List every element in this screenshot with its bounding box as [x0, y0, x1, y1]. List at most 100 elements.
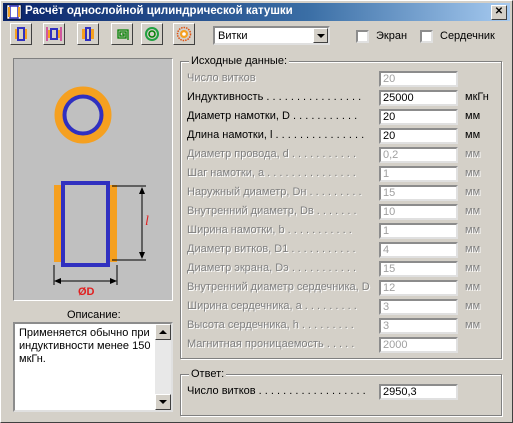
input-row-unit: мм [465, 110, 481, 122]
input-row-unit: мкГн [465, 91, 489, 103]
input-row-field: 3 [379, 318, 458, 334]
input-row-field: 0,2 [379, 147, 458, 163]
chevron-down-icon[interactable] [313, 28, 328, 43]
input-row-unit: мм [465, 243, 481, 255]
winding-left [54, 185, 61, 262]
input-row-unit: мм [465, 319, 481, 331]
flat-pcb-coil-button[interactable] [173, 23, 195, 45]
description-text: Применяется обычно при индуктивности мен… [19, 327, 151, 365]
input-row: Диаметр намотки, D . . . . . . . . . . .… [187, 109, 497, 125]
input-row: Диаметр провода, d . . . . . . . . . . .… [187, 147, 497, 163]
input-row-unit: мм [465, 167, 481, 179]
input-row-field[interactable]: 20 [379, 128, 458, 144]
input-row-label: Ширина сердечника, a . . . . . . . . . [187, 300, 357, 312]
input-row: Диаметр витков, D1 . . . . . . . . . . .… [187, 242, 497, 258]
input-row-unit: мм [465, 129, 481, 141]
input-row-unit: мм [465, 224, 481, 236]
former-ring [62, 94, 104, 136]
input-row: Число витков 20 [187, 71, 497, 87]
shielded-coil-icon [46, 27, 62, 41]
input-row-label: Магнитная проницаемость . . . . . [187, 338, 355, 350]
single-layer-coil-icon [15, 27, 27, 41]
screen-checkbox-box[interactable] [356, 30, 369, 43]
coil-app-icon [6, 4, 22, 20]
coil-diagram: l ØD [53, 86, 149, 298]
input-row-field: 20 [379, 71, 458, 87]
input-row-field: 12 [379, 280, 458, 296]
input-row: Индуктивность . . . . . . . . . . . . . … [187, 90, 497, 106]
scroll-down-icon[interactable] [155, 394, 171, 410]
diameter-symbol: ØD [78, 286, 95, 298]
length-symbol: l [145, 214, 149, 229]
input-row: Наружный диаметр, Dн . . . . . . . . . 15… [187, 185, 497, 201]
toroid-coil-icon [145, 27, 159, 41]
shielded-coil-button[interactable] [43, 23, 65, 45]
former-body [61, 181, 110, 267]
input-row-field[interactable]: 20 [379, 109, 458, 125]
flat-pcb-coil-icon [176, 26, 192, 42]
calculation-mode-value: Витки [218, 30, 248, 42]
input-row-label: Число витков [187, 72, 256, 84]
input-row-label: Шаг намотки, a . . . . . . . . . . . . .… [187, 167, 356, 179]
input-row-field: 15 [379, 261, 458, 277]
input-row: Внутренний диаметр сердечника, D 12 мм [187, 280, 497, 296]
scroll-up-icon[interactable] [155, 324, 171, 340]
single-layer-coil-button[interactable] [10, 23, 32, 45]
input-row: Высота сердечника, h . . . . . . . . . 3м… [187, 318, 497, 334]
input-row-label: Диаметр намотки, D . . . . . . . . . . . [187, 110, 358, 122]
calculation-mode-select[interactable]: Витки [213, 26, 330, 45]
input-row-label: Ширина намотки, b . . . . . . . . . . . [187, 224, 352, 236]
multi-layer-coil-button[interactable] [77, 23, 99, 45]
input-data-legend: Исходные данные: [189, 55, 289, 67]
answer-turns-label: Число витков . . . . . . . . . . . . . .… [187, 385, 366, 397]
input-row-label: Диаметр экрана, Dэ . . . . . . . . . . . [187, 262, 356, 274]
winding-right [110, 185, 117, 262]
input-row-field: 4 [379, 242, 458, 258]
input-row: Длина намотки, l . . . . . . . . . . . .… [187, 128, 497, 144]
coil-calculator-window: Расчёт однослойной цилиндрической катушк… [0, 0, 513, 423]
core-checkbox-label: Сердечник [440, 30, 495, 42]
input-row-unit: мм [465, 300, 481, 312]
toroid-coil-button[interactable] [141, 23, 163, 45]
screen-checkbox-label: Экран [376, 30, 408, 42]
flat-spiral-coil-button[interactable] [111, 23, 133, 45]
input-row-field: 15 [379, 185, 458, 201]
close-button[interactable]: ✕ [491, 5, 507, 20]
input-row-field: 10 [379, 204, 458, 220]
input-row-label: Внутренний диаметр, Dв . . . . . . . [187, 205, 357, 217]
input-row-field: 2000 [379, 337, 458, 353]
input-row: Магнитная проницаемость . . . . . 2000 [187, 337, 497, 353]
input-row-label: Диаметр витков, D1 . . . . . . . . . . . [187, 243, 356, 255]
close-icon: ✕ [494, 6, 504, 17]
input-row-label: Наружный диаметр, Dн . . . . . . . . . [187, 186, 362, 198]
input-row: Шаг намотки, a . . . . . . . . . . . . .… [187, 166, 497, 182]
input-row-unit: мм [465, 262, 481, 274]
answer-turns-value[interactable]: 2950,3 [379, 384, 458, 400]
coil-diagram-panel: l ØD [13, 58, 173, 301]
input-row: Внутренний диаметр, Dв . . . . . . . 10 мм [187, 204, 497, 220]
input-row-unit: мм [465, 186, 481, 198]
input-row: Ширина сердечника, a . . . . . . . . . 3м… [187, 299, 497, 315]
flat-spiral-coil-icon [117, 29, 129, 40]
input-row-label: Высота сердечника, h . . . . . . . . . [187, 319, 354, 331]
input-row-unit: мм [465, 148, 481, 160]
input-row: Ширина намотки, b . . . . . . . . . . . 1… [187, 223, 497, 239]
description-box[interactable]: Применяется обычно при индуктивности мен… [13, 322, 173, 412]
core-checkbox-box[interactable] [420, 30, 433, 43]
input-row-field: 1 [379, 223, 458, 239]
title-bar[interactable]: Расчёт однослойной цилиндрической катушк… [3, 3, 510, 21]
description-scrollbar[interactable] [155, 324, 171, 410]
description-label: Описание: [67, 309, 121, 321]
answer-legend: Ответ: [189, 368, 227, 380]
answer-row: Число витков . . . . . . . . . . . . . .… [187, 384, 497, 400]
window-title: Расчёт однослойной цилиндрической катушк… [25, 5, 293, 17]
input-row-field[interactable]: 25000 [379, 90, 458, 106]
input-row-label: Диаметр провода, d . . . . . . . . . . . [187, 148, 357, 160]
input-row-label: Индуктивность . . . . . . . . . . . . . … [187, 91, 362, 103]
input-row-field: 1 [379, 166, 458, 182]
input-row-label: Внутренний диаметр сердечника, D [187, 281, 370, 293]
multi-layer-coil-icon [82, 27, 94, 41]
input-row: Диаметр экрана, Dэ . . . . . . . . . . .… [187, 261, 497, 277]
input-row-label: Длина намотки, l . . . . . . . . . . . .… [187, 129, 365, 141]
input-row-unit: мм [465, 281, 481, 293]
